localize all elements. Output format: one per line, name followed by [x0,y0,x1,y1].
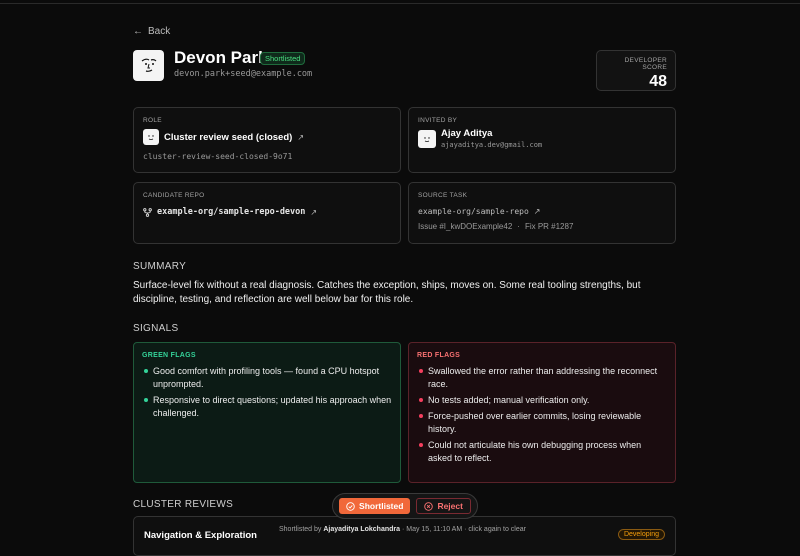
inviter-email: ajayaditya.dev@gmail.com [441,141,543,149]
face-icon [141,58,156,72]
shortlist-note: Shortlisted by Ajayaditya Lokchandra · M… [279,526,526,533]
candidate-avatar [133,50,164,81]
bullet-dot [419,414,423,418]
decision-bar: Shortlisted Reject [332,493,478,519]
signals-heading: SIGNALS [133,323,179,334]
bullet-dot [144,369,148,373]
face-icon [424,137,430,142]
back-label: Back [148,26,171,37]
red-flags-title: RED FLAGS [417,352,461,359]
repo-label: CANDIDATE REPO [143,192,205,199]
bullet-dot [419,398,423,402]
source-repo-link[interactable]: example-org/sample-repo [418,207,529,216]
cluster-review-card[interactable]: Navigation & Exploration Shortlisted by … [133,516,676,556]
separator: · [517,222,520,231]
level-badge: Developing [617,529,665,540]
top-divider [0,3,800,4]
arrow-left-icon: ← [133,26,143,37]
candidate-repo-link[interactable]: example-org/sample-repo-devon [157,207,305,217]
bullet-dot [419,369,423,373]
bullet-dot [419,443,423,447]
role-title-link[interactable]: Cluster review seed (closed) [164,132,292,143]
red-flags-panel: RED FLAGS Swallowed the error rather tha… [408,342,676,483]
summary-text: Surface-level fix without a real diagnos… [133,280,641,305]
external-link-icon[interactable]: ↗ [297,133,304,142]
green-flag-item: Responsive to direct questions; updated … [142,394,392,420]
red-flag-item: Swallowed the error rather than addressi… [417,365,667,391]
red-flag-item: Could not articulate his own debugging p… [417,439,667,465]
role-slug: cluster-review-seed-closed-9o71 [143,152,293,161]
inviter-name: Ajay Aditya [441,128,493,139]
candidate-repo-card: CANDIDATE REPO example-org/sample-repo-d… [133,182,401,244]
green-flags-panel: GREEN FLAGS Good comfort with profiling … [133,342,401,483]
check-circle-icon [346,501,355,511]
x-circle-icon [424,501,434,511]
candidate-email: devon.park+seed@example.com [174,69,313,79]
external-link-icon[interactable]: ↗ [310,208,317,217]
inviter-avatar [418,130,436,148]
red-flag-item: No tests added; manual verification only… [417,394,667,407]
external-link-icon[interactable]: ↗ [534,207,541,216]
role-avatar [143,129,159,145]
cluster-title: Navigation & Exploration [144,530,257,541]
status-badge: Shortlisted [260,52,306,65]
cluster-reviews-heading: CLUSTER REVIEWS [133,499,234,510]
source-task-card: SOURCE TASK example-org/sample-repo ↗ Is… [408,182,676,244]
score-value: 48 [649,73,667,90]
issue-link[interactable]: Issue #I_kwDOExample42 [418,222,512,231]
score-label: DEVELOPER SCORE [624,57,667,71]
shortlist-button[interactable]: Shortlisted [339,498,411,514]
git-fork-icon [143,207,152,217]
pr-link[interactable]: Fix PR #1287 [525,222,573,231]
task-label: SOURCE TASK [418,192,468,199]
reject-button[interactable]: Reject [416,498,471,514]
summary-heading: SUMMARY [133,261,187,272]
red-flag-item: Force-pushed over earlier commits, losin… [417,410,667,436]
developer-score-card: DEVELOPER SCORE 48 [596,50,676,91]
back-link[interactable]: ← Back [133,26,170,37]
bullet-dot [144,398,148,402]
face-icon [148,135,154,140]
role-card: ROLE Cluster review seed (closed) ↗ clus… [133,107,401,173]
invited-by-card: INVITED BY Ajay Aditya ajayaditya.dev@gm… [408,107,676,173]
green-flag-item: Good comfort with profiling tools — foun… [142,365,392,391]
invited-label: INVITED BY [418,117,458,124]
green-flags-title: GREEN FLAGS [142,352,196,359]
candidate-name: Devon Park [174,48,268,67]
role-label: ROLE [143,117,162,124]
